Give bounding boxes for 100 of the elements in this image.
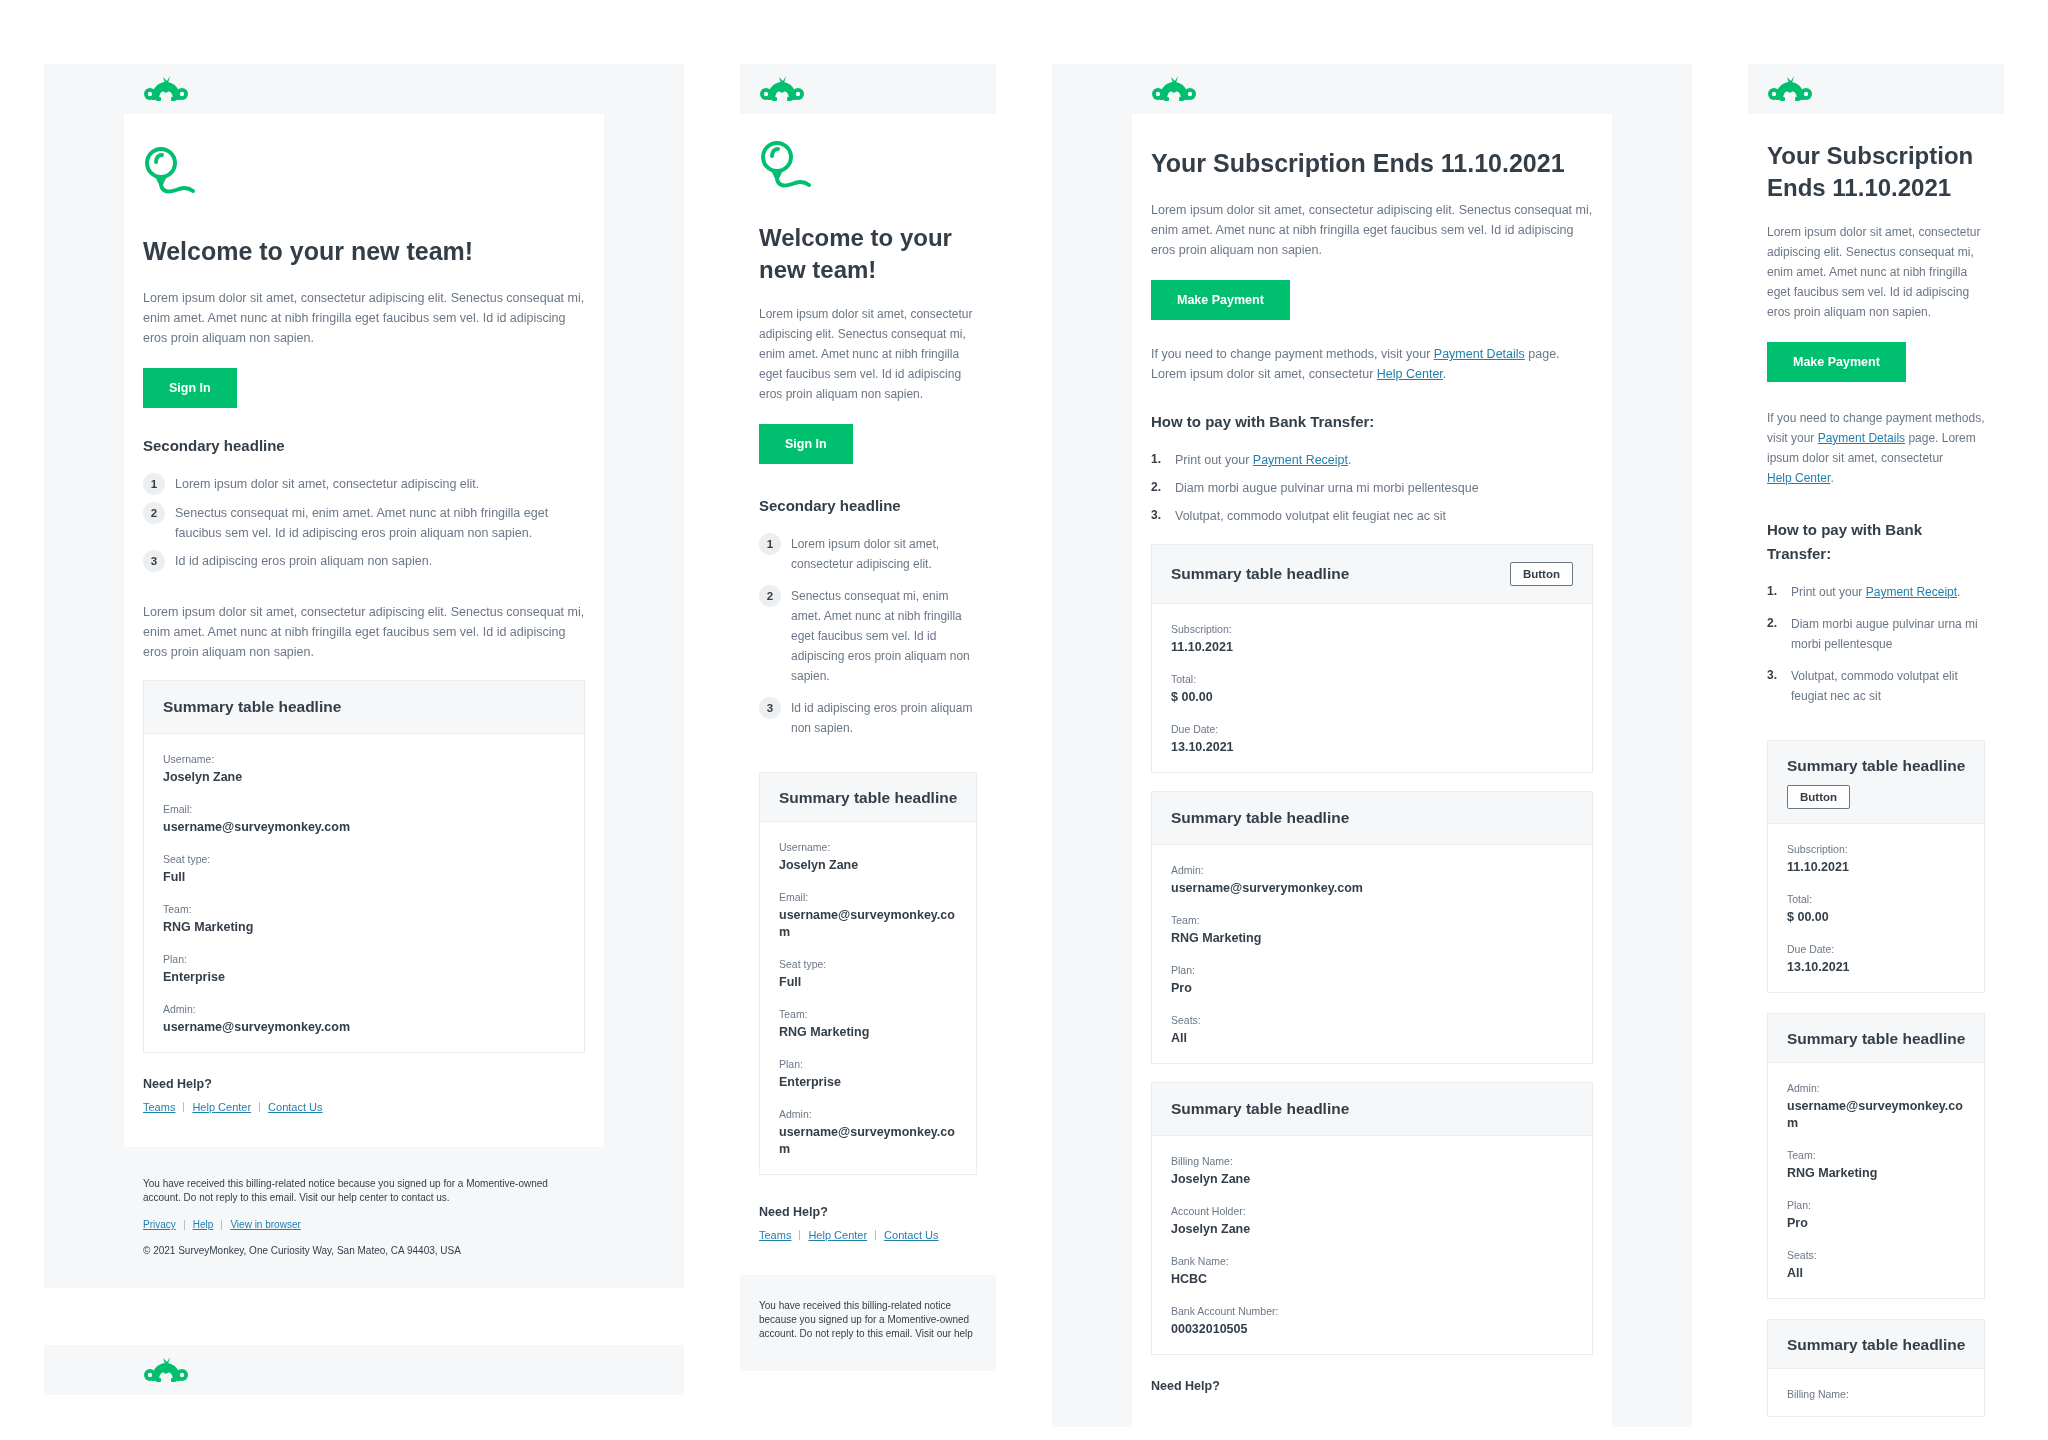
primary-button[interactable]: Make Payment	[1767, 342, 1906, 382]
field-value: 11.10.2021	[1787, 859, 1850, 876]
step-text: Id id adipiscing eros proin aliquam non sapien.	[175, 553, 433, 570]
field-label: Email:	[163, 803, 194, 815]
table-headline: Summary table headline	[779, 789, 958, 807]
field-label: Admin:	[779, 1108, 813, 1120]
primary-button[interactable]: Sign In	[143, 368, 237, 408]
footer-link[interactable]: Help	[192, 1219, 214, 1230]
step-number: 1.	[1767, 583, 1778, 600]
step-number: 2.	[1151, 479, 1162, 496]
copyright-text: © 2021 SurveyMonkey, One Curiosity Way, San Mateo, CA 94403, USA	[143, 1244, 462, 1258]
field-label: Team:	[163, 903, 193, 915]
support-link[interactable]: Teams	[143, 1101, 176, 1113]
table-headline: Summary table headline	[1787, 1336, 1966, 1354]
support-link[interactable]: Teams	[759, 1229, 792, 1241]
step-number: 3.	[1767, 667, 1778, 684]
field-label: Team:	[779, 1008, 809, 1020]
payment-note: If you need to change payment methods, visit your Payment Details page. Lorem ipsum dolor sit amet, consectetur Help Center.	[1151, 346, 1561, 383]
field-label: Plan:	[1787, 1199, 1812, 1211]
step-text: Lorem ipsum dolor sit amet, consectetur adipiscing elit.	[791, 536, 941, 573]
field-label: Username:	[779, 841, 832, 853]
inline-link[interactable]: Help Center	[1767, 471, 1831, 485]
field-label: Seats:	[1171, 1014, 1202, 1026]
primary-button[interactable]: Sign In	[759, 424, 853, 464]
step-text: Print out your Payment Receipt.	[1791, 584, 1961, 601]
support-link[interactable]: Help Center	[808, 1229, 868, 1241]
support-link[interactable]: Contact Us	[884, 1229, 939, 1241]
field-value: RNG Marketing	[1787, 1165, 1879, 1182]
step-number: 1	[759, 533, 781, 555]
field-label: Admin:	[1171, 864, 1205, 876]
email-title: Your Subscription Ends 11.10.2021	[1767, 141, 1975, 203]
field-label: Subscription:	[1787, 843, 1849, 855]
step-text: Senectus consequat mi, enim amet. Amet nunc at nibh fringilla eget faucibus sem vel. Id id adipiscing eros proin aliquam non sapien.	[175, 505, 550, 542]
field-label: Due Date:	[1787, 943, 1836, 955]
step-text: Volutpat, commodo volutpat elit feugiat nec ac sit	[1175, 508, 1446, 525]
table-headline: Summary table headline	[1787, 1030, 1966, 1048]
field-label: Plan:	[1171, 964, 1196, 976]
footer-link[interactable]: View in browser	[230, 1219, 301, 1230]
step-number: 3	[143, 550, 165, 572]
table-headline: Summary table headline	[1171, 565, 1350, 583]
field-label: Email:	[779, 891, 810, 903]
intro-paragraph: Lorem ipsum dolor sit amet, consectetur adipiscing elit. Senectus consequat mi, enim amet. Amet nunc at nibh fringilla eget faucibus sem vel. Id id adipiscing eros proin aliquam non sapien.	[143, 290, 585, 347]
intro-paragraph: Lorem ipsum dolor sit amet, consectetur adipiscing elit. Senectus consequat mi, enim amet. Amet nunc at nibh fringilla eget faucibus sem vel. Id id adipiscing eros proin aliquam non sapien.	[1767, 224, 1982, 321]
field-value: Full	[779, 974, 803, 991]
support-link[interactable]: Contact Us	[268, 1101, 323, 1113]
field-value: Joselyn Zane	[779, 857, 860, 874]
field-value: 13.10.2021	[1171, 739, 1235, 756]
field-value: RNG Marketing	[779, 1024, 871, 1041]
help-title: Need Help?	[1151, 1379, 1221, 1393]
step-text: Lorem ipsum dolor sit amet, consectetur adipiscing elit.	[175, 476, 480, 493]
footer-link[interactable]: Privacy	[143, 1219, 176, 1230]
field-value: username@surveymonkey.com	[1787, 1098, 1964, 1132]
step-text: Diam morbi augue pulvinar urna mi morbi pellentesque	[1175, 480, 1479, 497]
field-value: 00032010505	[1171, 1321, 1249, 1338]
field-label: Admin:	[1787, 1082, 1821, 1094]
step-number: 3	[759, 697, 781, 719]
field-label: Team:	[1171, 914, 1201, 926]
outline-button[interactable]: Button	[1509, 562, 1573, 586]
step-number: 1.	[1151, 451, 1162, 468]
inline-link[interactable]: Payment Details	[1433, 347, 1525, 361]
payment-note: If you need to change payment methods, visit your Payment Details page. Lorem ipsum dolor sit amet, consectetur Help Center.	[1767, 410, 1985, 487]
email-title: Welcome to your new team!	[759, 223, 953, 285]
field-label: Subscription:	[1171, 623, 1233, 635]
field-value: username@surveymonkey.com	[779, 907, 956, 941]
step-text: Volutpat, commodo volutpat elit feugiat nec ac sit	[1791, 668, 1959, 705]
primary-button[interactable]: Make Payment	[1151, 280, 1290, 320]
secondary-headline: How to pay with Bank Transfer:	[1767, 520, 1923, 564]
field-label: Account Holder:	[1171, 1205, 1247, 1217]
inline-link[interactable]: Help Center	[1376, 367, 1443, 381]
field-label: Total:	[1787, 893, 1814, 905]
field-value: username@surveymonkey.com	[163, 819, 352, 836]
field-value: Full	[163, 869, 187, 886]
outline-button[interactable]: Button	[1787, 785, 1851, 809]
field-label: Total:	[1171, 673, 1198, 685]
field-value: Enterprise	[779, 1074, 842, 1091]
field-value: RNG Marketing	[163, 919, 255, 936]
field-value: Pro	[1171, 980, 1193, 997]
step-text: Id id adipiscing eros proin aliquam non sapien.	[791, 700, 974, 737]
monkey-head-logo	[1151, 74, 1197, 104]
field-label: Admin:	[163, 1003, 197, 1015]
support-link[interactable]: Help Center	[192, 1101, 252, 1113]
field-value: Joselyn Zane	[1171, 1221, 1252, 1238]
field-label: Plan:	[779, 1058, 804, 1070]
table-headline: Summary table headline	[1787, 757, 1966, 775]
secondary-headline: How to pay with Bank Transfer:	[1151, 412, 1376, 432]
field-value: 11.10.2021	[1171, 639, 1234, 656]
intro-paragraph: Lorem ipsum dolor sit amet, consectetur adipiscing elit. Senectus consequat mi, enim amet. Amet nunc at nibh fringilla eget faucibus sem vel. Id id adipiscing eros proin aliquam non sapien.	[759, 306, 974, 403]
secondary-headline: Secondary headline	[143, 436, 286, 456]
table-headline: Summary table headline	[163, 698, 342, 716]
inline-link[interactable]: Payment Details	[1817, 431, 1906, 445]
field-label: Bank Account Number:	[1171, 1305, 1280, 1317]
inline-link[interactable]: Payment Receipt	[1252, 453, 1348, 467]
field-value: Enterprise	[163, 969, 226, 986]
step-number: 1	[143, 473, 165, 495]
field-value: Joselyn Zane	[163, 769, 244, 786]
field-label: Billing Name:	[1787, 1388, 1850, 1400]
footer-notice: You have received this billing-related notice because you signed up for a Momentive-owned account. Do not reply to this email. Visit our help center to contact us.	[143, 1177, 549, 1205]
field-value: HCBC	[1171, 1271, 1209, 1288]
field-label: Username:	[163, 753, 216, 765]
step-text: Diam morbi augue pulvinar urna mi morbi pellentesque	[1791, 616, 1979, 653]
